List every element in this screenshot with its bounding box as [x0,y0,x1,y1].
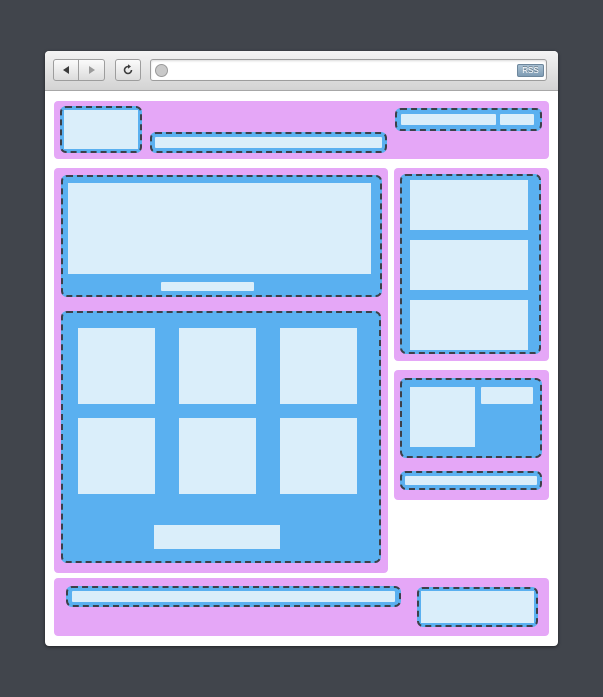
sidebar-item-placeholder[interactable] [410,240,528,290]
sidebar-bottom-region [394,370,549,500]
product-grid [61,311,381,563]
grid-item[interactable] [280,328,357,404]
header-links-block [395,108,542,131]
sidebar-item-placeholder[interactable] [410,300,528,350]
grid-item[interactable] [78,328,155,404]
forward-button[interactable] [79,59,105,81]
main-content-region [54,168,388,573]
footer-widget-placeholder[interactable] [421,591,534,623]
tagline-placeholder [155,137,382,148]
refresh-icon [123,64,133,75]
back-arrow-icon [63,66,69,74]
more-button-placeholder[interactable] [154,525,280,549]
footer-links-block [66,586,401,607]
browser-window: RSS [45,51,558,646]
slide-caption-placeholder [161,282,254,291]
profile-block [400,378,542,458]
rss-button[interactable]: RSS [517,64,544,77]
footer-link-placeholder[interactable] [72,591,395,602]
logo-placeholder [64,110,138,149]
header-region [54,101,549,159]
grid-item[interactable] [78,418,155,494]
refresh-button[interactable] [115,59,141,81]
feature-slider[interactable] [61,175,382,297]
globe-icon [155,64,168,77]
footer-region [54,578,549,636]
forward-arrow-icon [88,66,95,74]
tagline-block [150,132,387,153]
grid-item[interactable] [179,328,256,404]
back-button[interactable] [53,59,79,81]
logo-block[interactable] [60,106,142,153]
profile-image-placeholder [410,387,475,447]
header-link-placeholder[interactable] [500,114,534,125]
grid-item[interactable] [280,418,357,494]
slide-image-placeholder [68,183,371,274]
grid-item[interactable] [179,418,256,494]
address-bar[interactable]: RSS [150,59,547,81]
profile-text-placeholder [481,387,533,404]
browser-toolbar: RSS [45,51,558,91]
footer-widget-block [417,587,538,627]
sidebar-footer-placeholder[interactable] [405,476,537,485]
sidebar-footer-block [400,471,542,490]
sidebar-top-region [394,168,549,361]
header-link-placeholder[interactable] [401,114,496,125]
sidebar-list-block [400,174,541,354]
sidebar-item-placeholder[interactable] [410,180,528,230]
